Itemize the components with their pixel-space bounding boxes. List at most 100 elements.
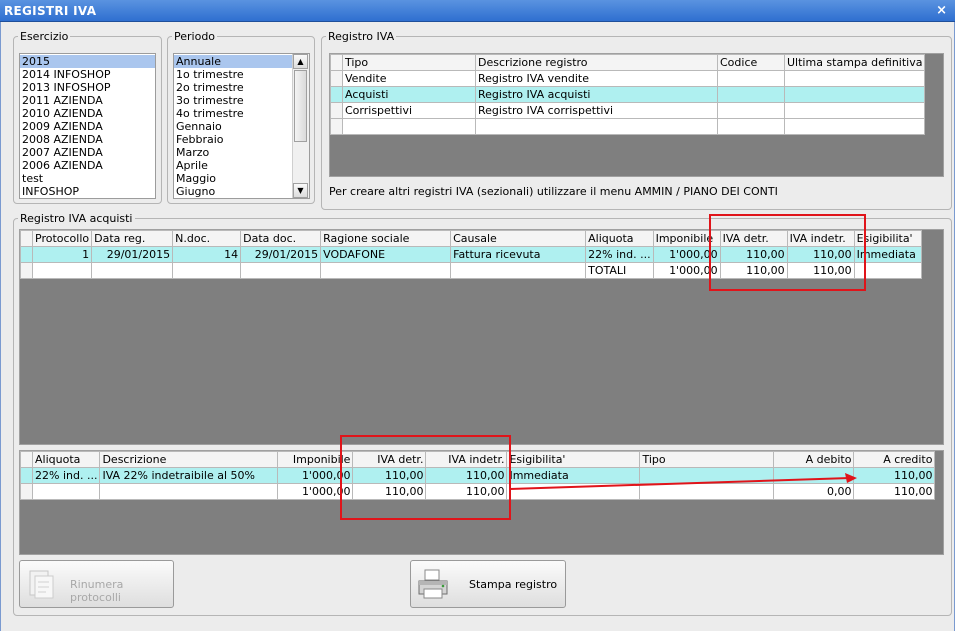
- col-header-descrizione[interactable]: Descrizione registro: [475, 54, 718, 71]
- col-header-ultima-stampa[interactable]: Ultima stampa definitiva: [783, 54, 926, 71]
- periodo-listbox[interactable]: Annuale 1o trimestre 2o trimestre 3o trimes…: [173, 53, 310, 199]
- esercizio-legend: Esercizio: [20, 30, 69, 43]
- col-header-esigibilita[interactable]: Esigibilita': [853, 230, 922, 247]
- col-header-imponibile[interactable]: Imponibile: [277, 451, 354, 468]
- cell-aliquota[interactable]: 22% ind. ...: [585, 246, 654, 263]
- periodo-list-item[interactable]: 1o trimestre: [174, 68, 309, 81]
- cell-iva-indetr[interactable]: 110,00: [425, 467, 508, 484]
- cell-esigibilita[interactable]: Immediata: [853, 246, 922, 263]
- esercizio-list-item[interactable]: test: [20, 172, 155, 185]
- acquisti-legend: Registro IVA acquisti: [20, 212, 133, 225]
- esercizio-list-item[interactable]: INFOSHOP: [20, 185, 155, 198]
- table-row[interactable]: 1 29/01/2015 14 29/01/2015 VODAFONE Fatt…: [20, 246, 922, 263]
- cell-empty: [450, 262, 587, 279]
- cell-empty[interactable]: [475, 118, 718, 135]
- esercizio-list-item[interactable]: 2011 AZIENDA: [20, 94, 155, 107]
- periodo-list-item[interactable]: Maggio: [174, 172, 309, 185]
- cell-empty[interactable]: [717, 118, 785, 135]
- cell-ultima-stampa[interactable]: [783, 102, 926, 119]
- cell-imponibile[interactable]: 1'000,00: [652, 246, 721, 263]
- col-header-descrizione[interactable]: Descrizione: [99, 451, 279, 468]
- cell-codice[interactable]: [717, 86, 785, 103]
- esercizio-list-item[interactable]: 2014 INFOSHOP: [20, 68, 155, 81]
- esercizio-listbox[interactable]: 2015 2014 INFOSHOP 2013 INFOSHOP 2011 AZIEN…: [19, 53, 156, 199]
- cell-empty[interactable]: [783, 118, 926, 135]
- periodo-legend: Periodo: [174, 30, 216, 43]
- cell-tipo[interactable]: Corrispettivi: [342, 102, 476, 119]
- cell-iva-indetr[interactable]: 110,00: [786, 246, 855, 263]
- cell-descrizione[interactable]: Registro IVA acquisti: [475, 86, 718, 103]
- cell-descrizione[interactable]: IVA 22% indetraibile al 50%: [99, 467, 279, 484]
- cell-descrizione[interactable]: Registro IVA corrispettivi: [475, 102, 718, 119]
- col-header-a-debito[interactable]: A debito: [773, 451, 855, 468]
- esercizio-list-item[interactable]: 2007 AZIENDA: [20, 146, 155, 159]
- cell-iva-detr[interactable]: 110,00: [719, 246, 788, 263]
- periodo-list-item[interactable]: 3o trimestre: [174, 94, 309, 107]
- esercizio-list-item[interactable]: 2010 AZIENDA: [20, 107, 155, 120]
- esercizio-list-item[interactable]: 2008 AZIENDA: [20, 133, 155, 146]
- cell-iva-detr[interactable]: 110,00: [352, 467, 427, 484]
- cell-ultima-stampa[interactable]: [783, 86, 926, 103]
- periodo-list-item[interactable]: Aprile: [174, 159, 309, 172]
- col-header-codice[interactable]: Codice: [717, 54, 785, 71]
- col-header-causale[interactable]: Causale: [450, 230, 587, 247]
- rinumera-protocolli-button[interactable]: Rinumera protocolli: [19, 560, 174, 608]
- cell-tipo[interactable]: Acquisti: [342, 86, 476, 103]
- col-header-esigibilita[interactable]: Esigibilita': [506, 451, 641, 468]
- periodo-list-item[interactable]: Gennaio: [174, 120, 309, 133]
- periodo-scrollbar[interactable]: ▲ ▼: [292, 54, 309, 198]
- cell-causale[interactable]: Fattura ricevuta: [450, 246, 587, 263]
- row-indicator: [20, 483, 33, 500]
- cell-n-doc[interactable]: 14: [172, 246, 242, 263]
- esercizio-list-item[interactable]: 2013 INFOSHOP: [20, 81, 155, 94]
- col-header-iva-indetr[interactable]: IVA indetr.: [786, 230, 855, 247]
- cell-descrizione[interactable]: Registro IVA vendite: [475, 70, 718, 87]
- esercizio-list-item[interactable]: 2015: [20, 55, 155, 68]
- cell-ultima-stampa[interactable]: [783, 70, 926, 87]
- esercizio-list-item[interactable]: 2006 AZIENDA: [20, 159, 155, 172]
- col-header-iva-detr[interactable]: IVA detr.: [352, 451, 427, 468]
- cell-data-doc[interactable]: 29/01/2015: [240, 246, 322, 263]
- table-row-new[interactable]: [330, 118, 926, 135]
- cell-ragione-sociale[interactable]: VODAFONE: [320, 246, 452, 263]
- cell-data-reg[interactable]: 29/01/2015: [91, 246, 174, 263]
- periodo-list-item[interactable]: Marzo: [174, 146, 309, 159]
- col-header-iva-detr[interactable]: IVA detr.: [719, 230, 788, 247]
- table-row[interactable]: Corrispettivi Registro IVA corrispettivi: [330, 102, 926, 119]
- periodo-list-item[interactable]: 2o trimestre: [174, 81, 309, 94]
- col-header-aliquota[interactable]: Aliquota: [585, 230, 654, 247]
- col-header-aliquota[interactable]: Aliquota: [31, 451, 101, 468]
- periodo-list-item[interactable]: Giugno: [174, 185, 309, 198]
- cell-imponibile[interactable]: 1'000,00: [277, 467, 354, 484]
- periodo-list-item[interactable]: Annuale: [174, 55, 309, 68]
- cell-codice[interactable]: [717, 102, 785, 119]
- cell-empty[interactable]: [342, 118, 476, 135]
- col-header-tipo[interactable]: Tipo: [639, 451, 775, 468]
- cell-a-credito[interactable]: 110,00: [853, 467, 936, 484]
- table-row-selected[interactable]: Acquisti Registro IVA acquisti: [330, 86, 926, 103]
- table-row[interactable]: Vendite Registro IVA vendite: [330, 70, 926, 87]
- cell-tipo[interactable]: Vendite: [342, 70, 476, 87]
- cell-codice[interactable]: [717, 70, 785, 87]
- total-iva-detr: 110,00: [352, 483, 427, 500]
- col-header-data-doc[interactable]: Data doc.: [240, 230, 322, 247]
- title-bar: REGISTRI IVA ×: [0, 0, 955, 22]
- col-header-a-credito[interactable]: A credito: [853, 451, 936, 468]
- close-icon[interactable]: ×: [936, 3, 947, 18]
- esercizio-list-item[interactable]: 2009 AZIENDA: [20, 120, 155, 133]
- periodo-list-item[interactable]: Febbraio: [174, 133, 309, 146]
- periodo-list-item[interactable]: 4o trimestre: [174, 107, 309, 120]
- scroll-up-icon[interactable]: ▲: [293, 54, 308, 69]
- col-header-data-reg[interactable]: Data reg.: [91, 230, 174, 247]
- col-header-n-doc[interactable]: N.doc.: [172, 230, 242, 247]
- col-header-imponibile[interactable]: Imponibile: [652, 230, 721, 247]
- scroll-down-icon[interactable]: ▼: [293, 183, 308, 198]
- cell-aliquota[interactable]: 22% ind. ...: [31, 467, 101, 484]
- scroll-thumb[interactable]: [294, 70, 307, 142]
- col-header-tipo[interactable]: Tipo: [342, 54, 476, 71]
- stampa-registro-button[interactable]: Stampa registro: [410, 560, 566, 608]
- col-header-protocollo[interactable]: Protocollo: [31, 230, 93, 247]
- col-header-ragione-sociale[interactable]: Ragione sociale: [320, 230, 452, 247]
- col-header-iva-indetr[interactable]: IVA indetr.: [425, 451, 508, 468]
- cell-protocollo[interactable]: 1: [31, 246, 93, 263]
